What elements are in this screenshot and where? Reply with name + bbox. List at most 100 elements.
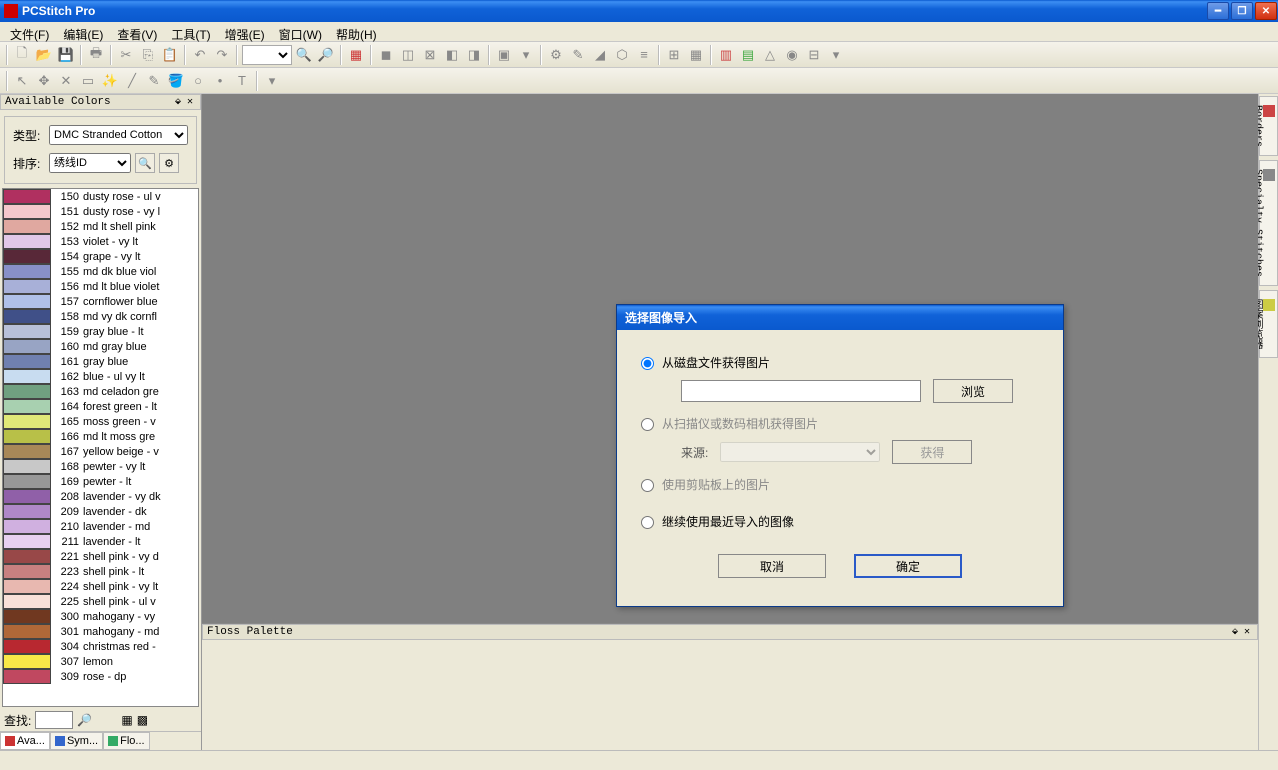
color-row[interactable]: 208lavender - vy dk [3,489,198,504]
find-input[interactable] [35,711,73,729]
color-row[interactable]: 161gray blue [3,354,198,369]
tool-k-icon[interactable]: ≡ [634,45,654,65]
radio-last[interactable] [641,516,654,529]
color-row[interactable]: 166md lt moss gre [3,429,198,444]
source-select[interactable] [720,442,880,462]
undo-icon[interactable]: ↶ [190,45,210,65]
tool-q-icon[interactable]: ◉ [782,45,802,65]
color-row[interactable]: 301mahogany - md [3,624,198,639]
tab-symbols[interactable]: Sym... [50,732,103,750]
color-row[interactable]: 221shell pink - vy d [3,549,198,564]
pen-icon[interactable]: ✎ [144,71,164,91]
color-list[interactable]: 150dusty rose - ul v151dusty rose - vy l… [2,188,199,707]
radio-clipboard[interactable] [641,479,654,492]
cancel-button[interactable]: 取消 [718,554,826,578]
canvas-area[interactable]: 选择图像导入 从磁盘文件获得图片 浏览 从扫描仪或数码相机获得图片 [202,94,1258,623]
line-icon[interactable]: ╱ [122,71,142,91]
paste-icon[interactable]: 📋 [160,45,180,65]
dropdown3-icon[interactable]: ▾ [262,71,282,91]
menu-file[interactable]: 文件(F) [4,24,55,39]
menu-view[interactable]: 查看(V) [111,24,163,39]
tool-b-icon[interactable]: ◫ [398,45,418,65]
browse-button[interactable]: 浏览 [933,379,1013,403]
open-icon[interactable]: 📂 [34,45,54,65]
new-icon[interactable]: 🗋 [12,45,32,65]
color-row[interactable]: 150dusty rose - ul v [3,189,198,204]
dropdown-icon[interactable]: ▾ [516,45,536,65]
search-icon[interactable]: 🔍 [135,153,155,173]
pointer-icon[interactable]: ↖ [12,71,32,91]
tool-f-icon[interactable]: ▣ [494,45,514,65]
color-row[interactable]: 152md lt shell pink [3,219,198,234]
menu-enhance[interactable]: 增强(E) [219,24,271,39]
color-row[interactable]: 304christmas red - [3,639,198,654]
copy-icon[interactable]: ⎘ [138,45,158,65]
color-row[interactable]: 155md dk blue viol [3,264,198,279]
color-row[interactable]: 169pewter - lt [3,474,198,489]
tab-available[interactable]: Ava... [0,732,50,750]
tool-p-icon[interactable]: △ [760,45,780,65]
floss-pin-icon[interactable]: ⬙ [1229,626,1241,638]
color-row[interactable]: 211lavender - lt [3,534,198,549]
text-icon[interactable]: T [232,71,252,91]
color-row[interactable]: 156md lt blue violet [3,279,198,294]
tool-d-icon[interactable]: ◧ [442,45,462,65]
color-row[interactable]: 151dusty rose - vy l [3,204,198,219]
color-row[interactable]: 210lavender - md [3,519,198,534]
tab-floss[interactable]: Flo... [103,732,149,750]
zoom-out-icon[interactable]: 🔎 [316,45,336,65]
move-icon[interactable]: ✥ [34,71,54,91]
menu-edit[interactable]: 编辑(E) [57,24,109,39]
color-row[interactable]: 157cornflower blue [3,294,198,309]
find-b2-icon[interactable]: ▩ [137,713,148,727]
tool-r-icon[interactable]: ⊟ [804,45,824,65]
find-b1-icon[interactable]: ▦ [121,713,132,727]
color-row[interactable]: 168pewter - vy lt [3,459,198,474]
ok-button[interactable]: 确定 [854,554,962,578]
radio-scanner[interactable] [641,418,654,431]
color-row[interactable]: 224shell pink - vy lt [3,579,198,594]
color-row[interactable]: 162blue - ul vy lt [3,369,198,384]
color-row[interactable]: 223shell pink - lt [3,564,198,579]
color-row[interactable]: 167yellow beige - v [3,444,198,459]
redo-icon[interactable]: ↷ [212,45,232,65]
type-select[interactable]: DMC Stranded Cotton [49,125,188,145]
print-icon[interactable]: 🖶 [86,45,106,65]
find-go-icon[interactable]: 🔎 [77,713,99,727]
color-row[interactable]: 307lemon [3,654,198,669]
sort-select[interactable]: 绣线ID [49,153,131,173]
zoom-in-icon[interactable]: 🔍 [294,45,314,65]
color-row[interactable]: 165moss green - v [3,414,198,429]
wand-icon[interactable]: ✨ [100,71,120,91]
color-row[interactable]: 154grape - vy lt [3,249,198,264]
tool-m-icon[interactable]: ▦ [686,45,706,65]
color-row[interactable]: 158md vy dk cornfl [3,309,198,324]
rail-specialty[interactable]: Specialty Stitches [1259,160,1278,286]
cross-icon[interactable]: ✕ [56,71,76,91]
cut-icon[interactable]: ✂ [116,45,136,65]
file-path-input[interactable] [681,380,921,402]
tool-e-icon[interactable]: ◨ [464,45,484,65]
minimize-button[interactable]: ━ [1207,2,1229,20]
select-icon[interactable]: ▭ [78,71,98,91]
close-button[interactable]: ✕ [1255,2,1277,20]
menu-window[interactable]: 窗口(W) [273,24,328,39]
radio-disk[interactable] [641,357,654,370]
panel-close-icon[interactable]: ✕ [184,96,196,108]
zoom-combo[interactable] [242,45,292,65]
color-row[interactable]: 160md gray blue [3,339,198,354]
color-row[interactable]: 309rose - dp [3,669,198,684]
filter-icon[interactable]: ⚙ [159,153,179,173]
pin-icon[interactable]: ⬙ [172,96,184,108]
acquire-button[interactable]: 获得 [892,440,972,464]
rail-borders[interactable]: Borders [1259,96,1278,156]
tool-n-icon[interactable]: ▥ [716,45,736,65]
color-row[interactable]: 163md celadon gre [3,384,198,399]
floss-close-icon[interactable]: ✕ [1241,626,1253,638]
dropdown2-icon[interactable]: ▾ [826,45,846,65]
color-row[interactable]: 300mahogany - vy [3,609,198,624]
tool-l-icon[interactable]: ⊞ [664,45,684,65]
dot-icon[interactable]: • [210,71,230,91]
tool-i-icon[interactable]: ◢ [590,45,610,65]
color-row[interactable]: 159gray blue - lt [3,324,198,339]
